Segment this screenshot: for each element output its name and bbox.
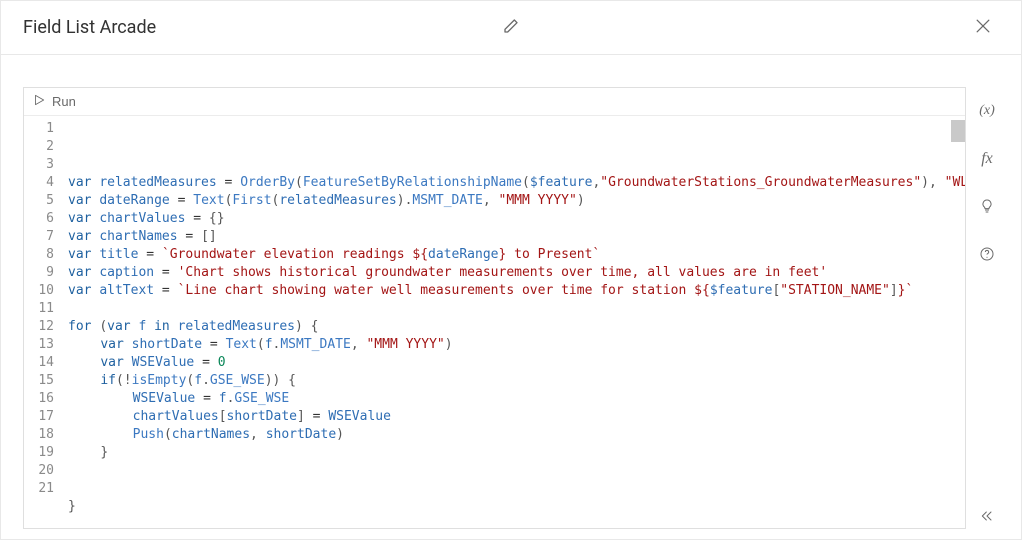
code-line[interactable]: if(!isEmpty(f.GSE_WSE)) { <box>68 372 965 390</box>
play-icon <box>32 93 46 110</box>
suggestions-button[interactable] <box>975 195 999 219</box>
run-bar: Run <box>24 88 965 116</box>
code-line[interactable] <box>68 480 965 498</box>
header-right <box>967 12 999 44</box>
editor-panel: Run 123456789101112131415161718192021 va… <box>23 87 966 529</box>
code-line[interactable]: chartValues[shortDate] = WSEValue <box>68 408 965 426</box>
minimap-scroll-thumb[interactable] <box>951 120 965 142</box>
editor-region: Run 123456789101112131415161718192021 va… <box>1 55 1021 539</box>
close-icon <box>973 16 993 39</box>
code-line[interactable]: var relatedMeasures = OrderBy(FeatureSet… <box>68 174 965 192</box>
code-line[interactable]: var altText = `Line chart showing water … <box>68 282 965 300</box>
code-line[interactable] <box>68 300 965 318</box>
code-lines[interactable]: var relatedMeasures = OrderBy(FeatureSet… <box>68 120 965 528</box>
code-line[interactable]: var caption = 'Chart shows historical gr… <box>68 264 965 282</box>
chevron-left-double-icon <box>979 508 995 527</box>
pencil-icon <box>503 18 519 37</box>
edit-title-button[interactable] <box>495 12 527 44</box>
page-title: Field List Arcade <box>23 17 156 38</box>
variables-button[interactable]: (x) <box>975 99 999 123</box>
code-line[interactable]: var title = `Groundwater elevation readi… <box>68 246 965 264</box>
help-icon <box>979 246 995 265</box>
collapse-rail-button[interactable] <box>975 505 999 529</box>
code-line[interactable]: var dateRange = Text(First(relatedMeasur… <box>68 192 965 210</box>
code-line[interactable]: } <box>68 498 965 516</box>
functions-button[interactable]: fx <box>975 147 999 171</box>
code-line[interactable]: var chartValues = {} <box>68 210 965 228</box>
help-button[interactable] <box>975 243 999 267</box>
line-number-gutter: 123456789101112131415161718192021 <box>24 120 68 528</box>
lightbulb-icon <box>979 198 995 217</box>
code-line[interactable]: Push(chartNames, shortDate) <box>68 426 965 444</box>
code-area[interactable]: 123456789101112131415161718192021 var re… <box>24 116 965 528</box>
close-button[interactable] <box>967 12 999 44</box>
header: Field List Arcade <box>1 1 1021 55</box>
code-line[interactable]: WSEValue = f.GSE_WSE <box>68 390 965 408</box>
code-line[interactable]: var shortDate = Text(f.MSMT_DATE, "MMM Y… <box>68 336 965 354</box>
code-line[interactable]: var chartNames = [] <box>68 228 965 246</box>
run-label: Run <box>52 94 76 109</box>
side-rail: (x) fx <box>966 87 1008 529</box>
run-button[interactable]: Run <box>32 93 76 110</box>
code-line[interactable] <box>68 462 965 480</box>
code-line[interactable]: for (var f in relatedMeasures) { <box>68 318 965 336</box>
header-center <box>495 12 527 44</box>
code-line[interactable]: } <box>68 444 965 462</box>
code-line[interactable]: var WSEValue = 0 <box>68 354 965 372</box>
code-line[interactable] <box>68 516 965 528</box>
